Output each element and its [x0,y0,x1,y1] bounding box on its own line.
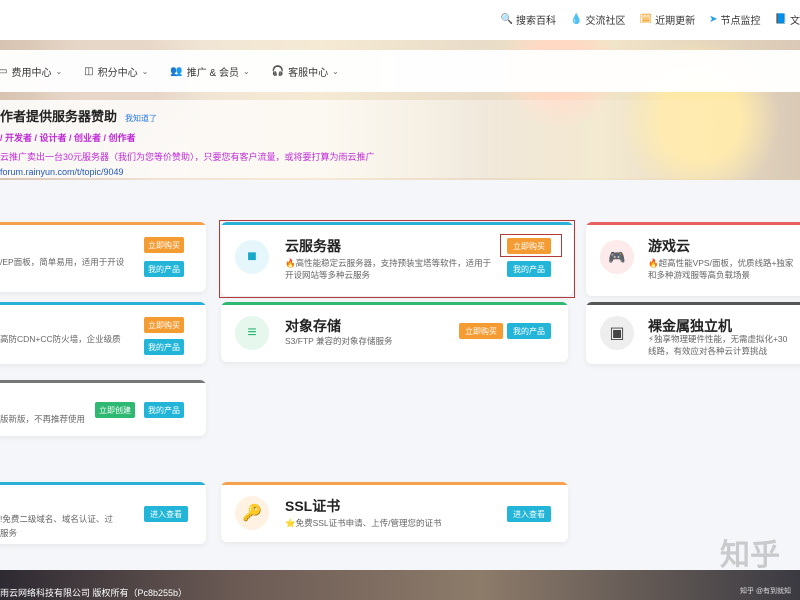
monitor-icon: ➤ [709,14,718,25]
doc-icon: 📘 [774,14,787,25]
top-link-search[interactable]: 🔍 搜索百科 [501,12,556,27]
top-link-updates[interactable]: 🗓 近期更新 [639,12,695,27]
nav-points[interactable]: ◫ 积分中心 ⌄ [84,64,148,79]
my-products-button[interactable]: 我的产品 [144,339,184,355]
card-domain: !免费二级域名、域名认证、过 服务 进入查看 [0,482,206,544]
notice-dismiss-link[interactable]: 我知道了 [125,113,157,124]
top-link-docs[interactable]: 📘 文 [775,12,800,27]
gamepad-icon: 🎮 [600,240,634,274]
bare-metal-desc-2: 线路，有效应对各种云计算挑战 [648,346,768,356]
top-link-community[interactable]: 💧 交流社区 [570,12,625,27]
database-icon: ≡ [235,316,269,350]
nav-bar: ▭ 费用中心 ⌄ ◫ 积分中心 ⌄ 👥 推广 & 会员 ⌄ 🎧 客服中心 ⌄ [0,50,800,92]
object-storage-title: 对象存储 [285,318,341,334]
users-icon: 👥 [170,65,183,77]
key-icon: 🔑 [235,496,269,530]
create-now-button[interactable]: 立即创建 [95,402,135,418]
card-ssl: 🔑 SSL证书 ⭐免费SSL证书申请、上传/管理您的证书 进入查看 [221,482,568,542]
nav-promo[interactable]: 👥 推广 & 会员 ⌄ [170,64,249,79]
chevron-down-icon: ⌄ [332,66,339,76]
highlight-frame [219,220,575,298]
my-products-button[interactable]: 我的产品 [144,261,184,277]
frame-icon: ▣ [600,316,634,350]
notice-text: 云推广卖出一台30元服务器（我们为您等价赞助），只要您有客户流量，或将要打算为雨… [0,152,375,162]
buy-now-button[interactable]: 立即购买 [459,323,503,339]
view-button[interactable]: 进入查看 [144,506,188,522]
headset-icon: 🎧 [271,65,285,77]
domain-desc-2: 服务 [0,528,18,538]
chevron-down-icon: ⌄ [55,66,63,76]
highlight-buy-button [500,234,562,257]
my-products-button[interactable]: 我的产品 [507,323,551,339]
card-bare-metal: ▣ 裸金属独立机 ⚡独享物理硬件性能，无需虚拟化+30 线路，有效应对各种云计算… [586,302,800,364]
notice-url[interactable]: forum.rainyun.com/t/topic/9049 [0,167,800,177]
card-legacy: 版新版，不再推荐使用 立即创建 我的产品 [0,380,206,436]
chevron-down-icon: ⌄ [243,66,250,76]
top-link-monitor[interactable]: ➤ 节点监控 [709,12,760,27]
notice-roles: / 开发者 / 设计者 / 创业者 / 创作者 [0,133,136,143]
buy-now-button[interactable]: 立即购买 [144,237,184,253]
nav-billing[interactable]: ▭ 费用中心 ⌄ [0,64,62,79]
card-cdn: 高防CDN+CC防火墙，企业级质 立即购买 我的产品 [0,302,206,364]
watermark: 知乎 [720,539,780,572]
update-icon: 🗓 [639,14,653,25]
buy-now-button[interactable]: 立即购买 [144,317,184,333]
search-icon: 🔍 [500,14,513,25]
chat-icon: 💧 [570,14,583,25]
sponsor-notice: 作者提供服务器赞助 我知道了 / 开发者 / 设计者 / 创业者 / 创作者 云推… [0,100,800,178]
domain-desc: !免费二级域名、域名认证、过 [0,514,113,524]
top-bar: 🔍 搜索百科 💧 交流社区 🗓 近期更新 ➤ 节点监控 📘 文 [0,0,800,40]
top-links: 🔍 搜索百科 💧 交流社区 🗓 近期更新 ➤ 节点监控 📘 文 [501,12,800,27]
game-cloud-title: 游戏云 [648,238,690,254]
ssl-title: SSL证书 [285,498,341,514]
nav-support[interactable]: 🎧 客服中心 ⌄ [272,64,339,79]
game-cloud-desc-2: 和多种游戏服等高负载场景 [648,270,751,280]
billing-icon: ▭ [0,65,8,77]
card-panel: /EP面板，简单易用，适用于开设 立即购买 我的产品 [0,222,206,292]
view-button[interactable]: 进入查看 [507,506,551,522]
copyright-text: 雨云网络科技有限公司 版权所有（Pc8b255b） [0,588,188,598]
notice-title: 作者提供服务器赞助 我知道了 [0,109,158,124]
card-object-storage: ≡ 对象存储 S3/FTP 兼容的对象存储服务 立即购买 我的产品 [221,302,568,362]
my-products-button[interactable]: 我的产品 [144,402,184,418]
points-icon: ◫ [84,65,94,77]
card-game-cloud: 🎮 游戏云 🔥超高性能VPS/面板，优质线路+独家 和多种游戏服等高负载场景 [586,222,800,296]
watermark-small: 知乎 @有到就知 [740,588,792,595]
chevron-down-icon: ⌄ [141,66,149,76]
ssl-desc: ⭐免费SSL证书申请、上传/管理您的证书 [285,518,442,528]
object-storage-desc: S3/FTP 兼容的对象存储服务 [285,336,393,346]
